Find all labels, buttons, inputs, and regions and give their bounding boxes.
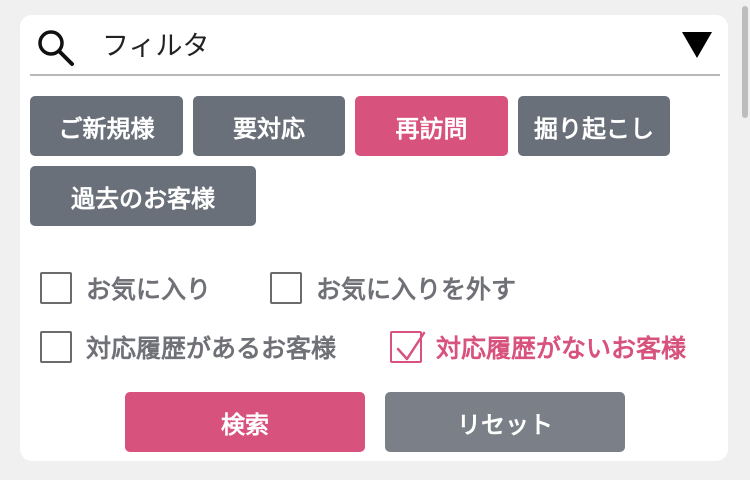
tag-label: 再訪問 xyxy=(395,114,468,143)
checkbox-no-history[interactable]: 対応履歴がないお客様 xyxy=(390,329,686,365)
checkbox[interactable] xyxy=(390,331,426,363)
tag-label: 掘り起こし xyxy=(534,114,654,143)
checkbox[interactable] xyxy=(40,331,72,363)
search-button[interactable]: 検索 xyxy=(125,392,365,452)
tag-revisit[interactable]: 再訪問 xyxy=(355,96,508,156)
checkbox-label: お気に入り xyxy=(86,275,212,304)
checkbox-label: お気に入りを外す xyxy=(316,275,517,304)
tag-label: ご新規様 xyxy=(58,114,155,143)
checkbox-label: 対応履歴がないお客様 xyxy=(436,334,687,363)
tag-dig-up[interactable]: 掘り起こし xyxy=(518,96,670,156)
filter-title: フィルタ xyxy=(102,31,210,62)
tag-action-required[interactable]: 要対応 xyxy=(193,96,345,156)
scrollbar[interactable] xyxy=(742,6,748,118)
reset-button-label: リセット xyxy=(457,410,553,439)
tag-label: 過去のお客様 xyxy=(71,184,215,213)
tag-past-customer[interactable]: 過去のお客様 xyxy=(30,166,256,226)
filter-header[interactable]: フィルタ xyxy=(30,22,720,76)
search-icon[interactable] xyxy=(36,28,76,68)
checkbox-remove-favorite[interactable]: お気に入りを外す xyxy=(270,270,516,306)
checkbox-label: 対応履歴があるお客様 xyxy=(86,334,337,363)
reset-button[interactable]: リセット xyxy=(385,392,625,452)
checkbox[interactable] xyxy=(270,272,302,304)
checkbox[interactable] xyxy=(40,272,72,304)
checkbox-favorite[interactable]: お気に入り xyxy=(40,270,211,306)
triangle-down-icon[interactable] xyxy=(682,32,712,58)
tag-new-customer[interactable]: ご新規様 xyxy=(30,96,183,156)
checkmark-icon xyxy=(396,331,426,361)
search-button-label: 検索 xyxy=(221,410,269,439)
tag-label: 要対応 xyxy=(233,114,305,143)
checkbox-has-history[interactable]: 対応履歴があるお客様 xyxy=(40,329,336,365)
